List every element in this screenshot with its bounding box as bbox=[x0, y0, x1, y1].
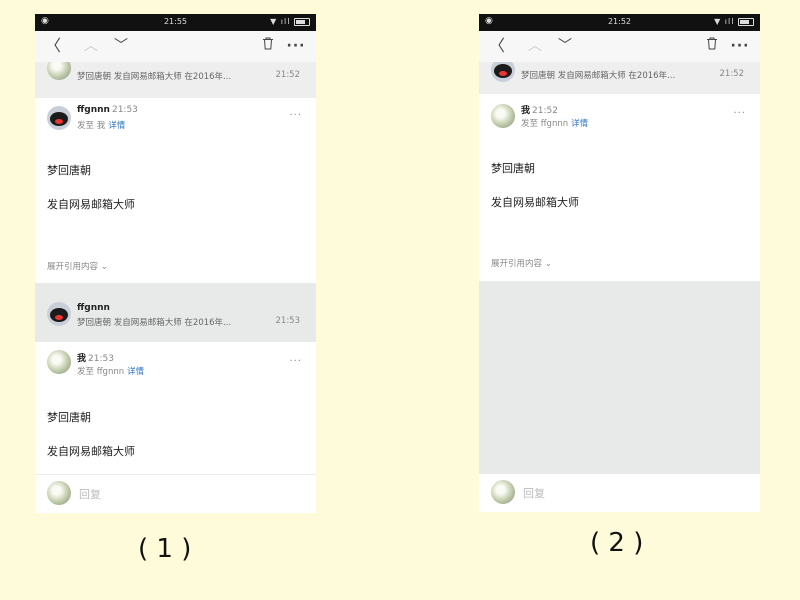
signal-battery-icon: ▼ ıll bbox=[714, 17, 754, 26]
reply-input[interactable]: 回复 bbox=[79, 486, 101, 502]
recipient-line: 发至 我详情 bbox=[77, 119, 125, 131]
message-body: 梦回唐朝 发自网易邮箱大师 展开引用内容 ⌄ bbox=[35, 150, 316, 283]
status-bar: ◉ 21:55 ▼ ıll bbox=[35, 14, 316, 31]
body-line: 发自网易邮箱大师 bbox=[47, 445, 135, 458]
body-line: 梦回唐朝 bbox=[47, 411, 91, 424]
back-chevron-icon[interactable]: 〈 bbox=[43, 36, 63, 56]
more-icon[interactable]: ··· bbox=[286, 36, 306, 56]
down-chevron-icon[interactable]: ﹀ bbox=[111, 36, 131, 56]
message-time: 21:53 bbox=[111, 105, 138, 115]
down-chevron-icon[interactable]: ﹀ bbox=[555, 36, 575, 56]
avatar bbox=[47, 350, 71, 374]
empty-area bbox=[479, 281, 760, 473]
toolbar: 〈 ︿ ﹀ ··· bbox=[479, 31, 760, 62]
body-line: 梦回唐朝 bbox=[47, 164, 91, 177]
recipient-label: 发至 我 bbox=[77, 121, 106, 131]
message-time: 21:52 bbox=[719, 69, 745, 79]
toolbar: 〈 ︿ ﹀ ··· bbox=[35, 31, 316, 62]
sender-name: 我 bbox=[77, 354, 87, 364]
message-more-icon[interactable]: ··· bbox=[289, 356, 302, 367]
body-line: 梦回唐朝 bbox=[491, 162, 535, 175]
status-bar: ◉ 21:52 ▼ ıll bbox=[479, 14, 760, 31]
avatar bbox=[491, 104, 515, 128]
thread-item-collapsed-top[interactable]: 梦回唐朝 发自网易邮箱大师 在2016年... 21:52 bbox=[35, 56, 316, 98]
sender-line: 我 21:52 bbox=[521, 103, 558, 116]
sender-name: 我 bbox=[521, 106, 531, 116]
recipient-label: 发至 ffgnnn bbox=[521, 119, 569, 129]
trash-icon[interactable] bbox=[702, 36, 722, 56]
message-body: 梦回唐朝 发自网易邮箱大师 展开引用内容 ⌄ bbox=[479, 146, 760, 281]
sender-line: 我 21:53 bbox=[77, 351, 114, 364]
message-time: 21:52 bbox=[532, 106, 558, 116]
details-link[interactable]: 详情 bbox=[127, 367, 144, 377]
recipient-line: 发至 ffgnnn 详情 bbox=[521, 117, 588, 129]
expand-quote-link[interactable]: 展开引用内容 ⌄ bbox=[47, 260, 108, 272]
message-time: 21:52 bbox=[275, 70, 301, 80]
details-link[interactable]: 详情 bbox=[571, 119, 588, 129]
message-more-icon[interactable]: ··· bbox=[733, 108, 746, 119]
avatar bbox=[47, 302, 71, 326]
reply-input[interactable]: 回复 bbox=[523, 485, 545, 501]
message-time: 21:53 bbox=[88, 354, 114, 364]
caption-1: ( 1 ) bbox=[138, 534, 192, 564]
body-line: 发自网易邮箱大师 bbox=[491, 196, 579, 209]
expand-quote-link[interactable]: 展开引用内容 ⌄ bbox=[491, 257, 552, 269]
avatar bbox=[47, 106, 71, 130]
body-line: 发自网易邮箱大师 bbox=[47, 198, 135, 211]
message-header: 我 21:52 发至 ffgnnn 详情 ··· bbox=[479, 94, 760, 146]
sender-name: ffgnnn bbox=[77, 105, 110, 115]
screenshot-1: ◉ 21:55 ▼ ıll 〈 ︿ ﹀ ··· 梦回唐朝 发自网易邮箱大师 在2… bbox=[35, 14, 316, 513]
details-link[interactable]: 详情 bbox=[108, 121, 125, 131]
message-header: ffgnnn 21:53 发至 我详情 ··· bbox=[35, 98, 316, 150]
screenshot-2: ◉ 21:52 ▼ ıll 〈 ︿ ﹀ ··· 梦回唐朝 发自网易邮箱大师 在2… bbox=[479, 14, 760, 512]
reply-bar[interactable]: 回复 bbox=[479, 473, 760, 512]
recipient-line: 发至 ffgnnn 详情 bbox=[77, 365, 144, 377]
signal-battery-icon: ▼ ıll bbox=[270, 17, 310, 26]
up-chevron-icon[interactable]: ︿ bbox=[81, 36, 101, 56]
back-chevron-icon[interactable]: 〈 bbox=[487, 36, 507, 56]
recipient-label: 发至 ffgnnn bbox=[77, 367, 125, 377]
message-snippet: 梦回唐朝 发自网易邮箱大师 在2016年... bbox=[77, 318, 232, 328]
more-icon[interactable]: ··· bbox=[730, 36, 750, 56]
sender-line: ffgnnn 21:53 bbox=[77, 105, 138, 115]
avatar bbox=[491, 480, 515, 504]
sender-name: ffgnnn bbox=[77, 303, 110, 313]
message-snippet: 梦回唐朝 发自网易邮箱大师 在2016年... bbox=[77, 72, 232, 82]
avatar bbox=[47, 481, 71, 505]
message-body: 梦回唐朝 发自网易邮箱大师 bbox=[35, 388, 316, 474]
trash-icon[interactable] bbox=[258, 36, 278, 56]
message-more-icon[interactable]: ··· bbox=[289, 110, 302, 121]
up-chevron-icon[interactable]: ︿ bbox=[525, 36, 545, 56]
thread-item-collapsed-top[interactable]: 梦回唐朝 发自网易邮箱大师 在2016年... 21:52 bbox=[479, 58, 760, 94]
reply-bar[interactable]: 回复 bbox=[35, 474, 316, 513]
message-snippet: 梦回唐朝 发自网易邮箱大师 在2016年... bbox=[521, 71, 676, 81]
message-header: 我 21:53 发至 ffgnnn 详情 ··· bbox=[35, 342, 316, 388]
caption-2: ( 2 ) bbox=[590, 528, 644, 558]
thread-item-collapsed[interactable]: ffgnnn 梦回唐朝 发自网易邮箱大师 在2016年... 21:53 bbox=[35, 283, 316, 342]
message-time: 21:53 bbox=[275, 316, 301, 326]
